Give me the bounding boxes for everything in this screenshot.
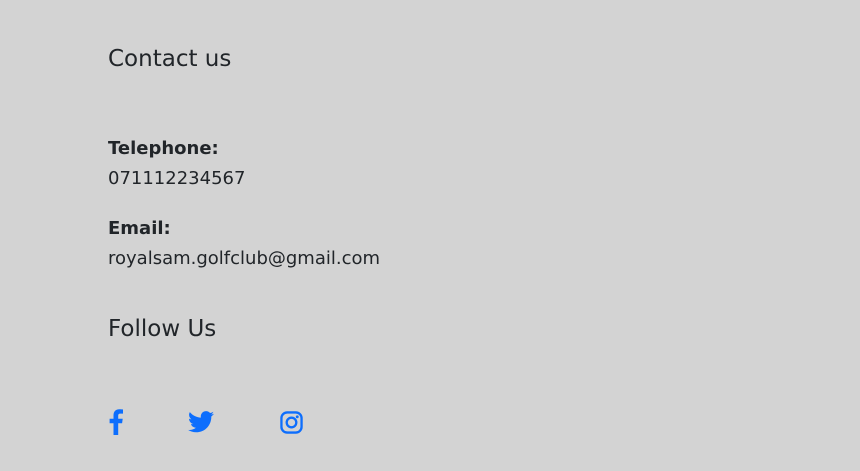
follow-heading: Follow Us (108, 316, 217, 342)
telephone-value: 071112234567 (108, 168, 246, 189)
contact-heading: Contact us (108, 46, 232, 72)
footer-section: Contact us Telephone: 071112234567 Email… (0, 0, 860, 471)
telephone-label: Telephone: (108, 138, 219, 159)
email-label: Email: (108, 218, 171, 239)
facebook-link[interactable] (108, 408, 124, 436)
instagram-link[interactable] (279, 408, 303, 436)
instagram-icon (279, 410, 303, 434)
email-value: royalsam.golfclub@gmail.com (108, 248, 381, 269)
twitter-link[interactable] (188, 408, 214, 436)
twitter-icon (188, 411, 214, 433)
facebook-icon (109, 409, 123, 435)
